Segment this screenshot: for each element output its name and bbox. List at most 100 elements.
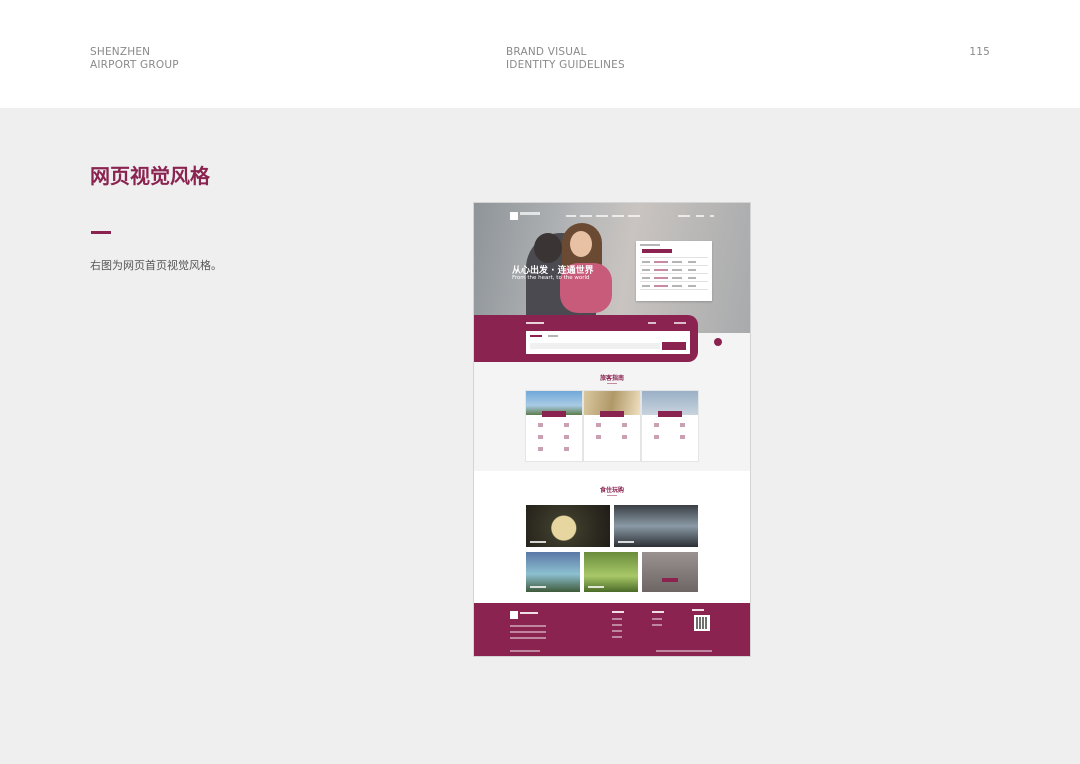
flight-search-box xyxy=(526,331,690,354)
food-heading-underline xyxy=(607,495,617,496)
flight-info-panel xyxy=(636,241,712,301)
footer-link xyxy=(612,636,622,638)
tile-dining xyxy=(526,505,610,547)
panel-cell xyxy=(688,261,696,263)
guide-icon xyxy=(596,423,601,427)
hero-photo-girl-face xyxy=(570,231,592,257)
mockup-top-nav xyxy=(474,207,750,220)
guide-icon xyxy=(680,423,685,427)
footer-link xyxy=(612,618,622,620)
tile-leisure xyxy=(584,552,638,592)
panel-cell xyxy=(642,285,650,287)
guide-icon xyxy=(564,447,569,451)
search-icon xyxy=(710,215,714,217)
footer-link xyxy=(612,624,622,626)
guide-icon xyxy=(538,435,543,439)
page-number: 115 xyxy=(969,46,990,58)
search-tab xyxy=(548,335,558,337)
footer-col-heading xyxy=(652,611,664,613)
panel-row xyxy=(640,257,708,258)
guide-icon xyxy=(680,435,685,439)
mockup-footer xyxy=(474,603,750,656)
section-description: 右图为网页首页视觉风格。 xyxy=(90,259,222,272)
nav-item xyxy=(678,215,690,217)
panel-row xyxy=(640,265,708,266)
panel-cell xyxy=(688,269,696,271)
panel-cell xyxy=(654,277,668,279)
panel-title xyxy=(640,244,660,246)
panel-cell xyxy=(642,277,650,279)
guide-icon xyxy=(596,435,601,439)
footer-col-heading xyxy=(612,611,624,613)
panel-cell xyxy=(642,269,650,271)
accent-divider xyxy=(91,231,111,234)
panel-cell xyxy=(654,261,668,263)
footer-link xyxy=(612,630,622,632)
logo-wordmark xyxy=(520,212,540,215)
search-button xyxy=(662,342,686,350)
panel-cell xyxy=(654,285,668,287)
footer-logo-icon xyxy=(510,611,518,619)
guide-icon xyxy=(564,435,569,439)
tile-more xyxy=(642,552,698,592)
guide-heading-underline xyxy=(607,383,617,384)
footer-logo-text xyxy=(520,612,538,614)
nav-item xyxy=(596,215,608,217)
guide-icon xyxy=(564,423,569,427)
footer-link xyxy=(652,618,662,620)
guide-card-arrival xyxy=(584,391,640,461)
website-homepage-mockup: 从心出发 · 连通世界 From the heart, to the world xyxy=(474,203,750,656)
footer-contact-line xyxy=(510,625,546,627)
guide-icon xyxy=(654,435,659,439)
tile-more-button xyxy=(662,578,678,582)
hero-photo-father-head xyxy=(534,233,562,263)
search-panel-link xyxy=(648,322,656,324)
food-heading: 食住玩购 xyxy=(599,487,624,494)
search-input xyxy=(530,343,660,349)
airport-logo-icon xyxy=(510,212,518,220)
hero-subtitle: From the heart, to the world xyxy=(512,275,590,281)
organization-name: SHENZHEN AIRPORT GROUP xyxy=(90,46,179,71)
tile-shopping xyxy=(614,505,698,547)
footer-contact-line xyxy=(510,637,546,639)
tile-hotel xyxy=(526,552,580,592)
qr-code-icon xyxy=(694,615,710,631)
nav-item xyxy=(580,215,592,217)
panel-cell xyxy=(654,269,668,271)
panel-cell xyxy=(672,285,682,287)
nav-item xyxy=(628,215,640,217)
panel-cell xyxy=(688,285,696,287)
search-panel-title xyxy=(526,322,544,324)
panel-row xyxy=(640,289,708,290)
panel-cell xyxy=(642,261,650,263)
guide-icon xyxy=(622,423,627,427)
footer-col-heading xyxy=(692,609,704,611)
footer-copyright xyxy=(510,650,540,652)
guide-card-departure xyxy=(526,391,582,461)
card-label xyxy=(658,411,682,417)
hero-banner: 从心出发 · 连通世界 From the heart, to the world xyxy=(474,203,750,333)
guide-icon xyxy=(654,423,659,427)
panel-row xyxy=(640,273,708,274)
card-label xyxy=(600,411,624,417)
panel-cell xyxy=(672,277,682,279)
section-title: 网页视觉风格 xyxy=(90,164,210,188)
footer-legal xyxy=(656,650,712,652)
guide-heading: 旅客指南 xyxy=(599,375,624,382)
document-title: BRAND VISUAL IDENTITY GUIDELINES xyxy=(506,46,625,71)
panel-cell xyxy=(672,269,682,271)
guide-icon xyxy=(622,435,627,439)
flight-search-panel xyxy=(474,315,698,362)
guide-icon xyxy=(538,423,543,427)
nav-item xyxy=(566,215,576,217)
search-tab-active xyxy=(530,335,542,337)
search-panel-link xyxy=(674,322,686,324)
nav-item xyxy=(612,215,624,217)
panel-row xyxy=(640,281,708,282)
guide-icon xyxy=(538,447,543,451)
page-header: SHENZHEN AIRPORT GROUP BRAND VISUAL IDEN… xyxy=(0,0,1080,108)
panel-cell xyxy=(688,277,696,279)
nav-item xyxy=(696,215,704,217)
panel-active-tab xyxy=(642,249,672,253)
guide-card-transfer xyxy=(642,391,698,461)
